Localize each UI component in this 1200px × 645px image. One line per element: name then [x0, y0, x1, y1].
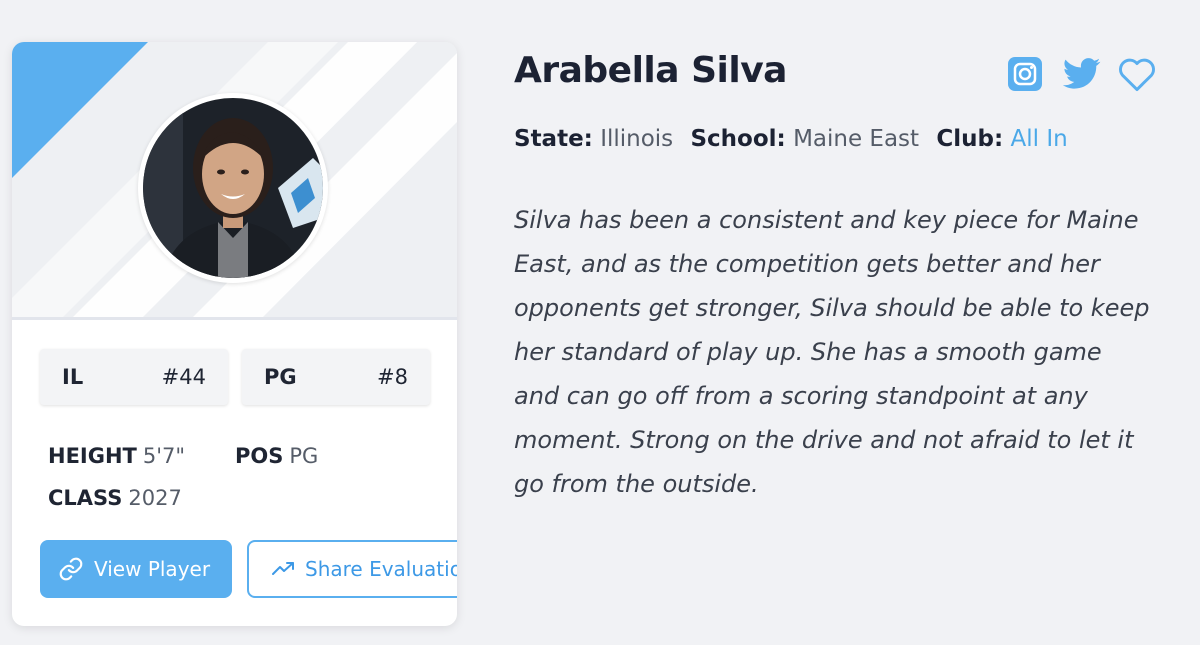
pos-value: PG [289, 444, 319, 468]
state-rank-chip: IL #44 [40, 349, 228, 405]
instagram-button[interactable] [1007, 56, 1043, 92]
stat-row-class: CLASS 2027 [48, 477, 318, 519]
state-abbr: IL [62, 365, 84, 389]
class-label: CLASS [48, 486, 123, 510]
club-link[interactable]: All In [1011, 126, 1068, 152]
favorite-button[interactable] [1116, 56, 1158, 92]
school-value: Maine East [793, 126, 920, 152]
player-bio: Silva has been a consistent and key piec… [514, 206, 1150, 498]
player-stats: HEIGHT 5'7" POS PG CLASS 2027 [48, 435, 318, 519]
position-abbr: PG [264, 365, 297, 389]
heart-icon [1119, 58, 1155, 92]
player-name: Arabella Silva [514, 50, 787, 91]
twitter-button[interactable] [1062, 56, 1102, 92]
pos-label: POS [235, 444, 284, 468]
position-rank-chip: PG #8 [242, 349, 430, 405]
player-card: IL #44 PG #8 HEIGHT 5'7" POS PG CLASS 2027 … [12, 42, 457, 626]
share-evaluation-button[interactable]: Share Evaluation [247, 540, 457, 598]
stat-row-height-pos: HEIGHT 5'7" POS PG [48, 435, 318, 477]
banner-divider [12, 317, 457, 320]
link-icon [59, 557, 83, 581]
position-rank: #8 [377, 365, 408, 389]
height-value: 5'7" [142, 444, 186, 468]
trending-up-icon [272, 562, 294, 575]
view-player-button[interactable]: View Player [40, 540, 232, 598]
state-label: State: [514, 126, 593, 152]
class-stat: CLASS 2027 [48, 477, 182, 519]
height-stat: HEIGHT 5'7" [48, 435, 235, 477]
height-label: HEIGHT [48, 444, 137, 468]
instagram-icon [1008, 57, 1042, 91]
club-label: Club: [936, 126, 1004, 152]
view-player-label: View Player [94, 557, 211, 581]
state-rank: #44 [161, 365, 206, 389]
player-meta: State: Illinois School: Maine East Club:… [514, 126, 1068, 152]
share-evaluation-label: Share Evaluation [305, 557, 457, 581]
class-value: 2027 [128, 486, 182, 510]
avatar [138, 93, 328, 283]
player-photo [143, 98, 323, 278]
state-value: Illinois [600, 126, 674, 152]
pos-stat: POS PG [235, 435, 318, 477]
twitter-icon [1063, 58, 1101, 89]
school-label: School: [690, 126, 786, 152]
